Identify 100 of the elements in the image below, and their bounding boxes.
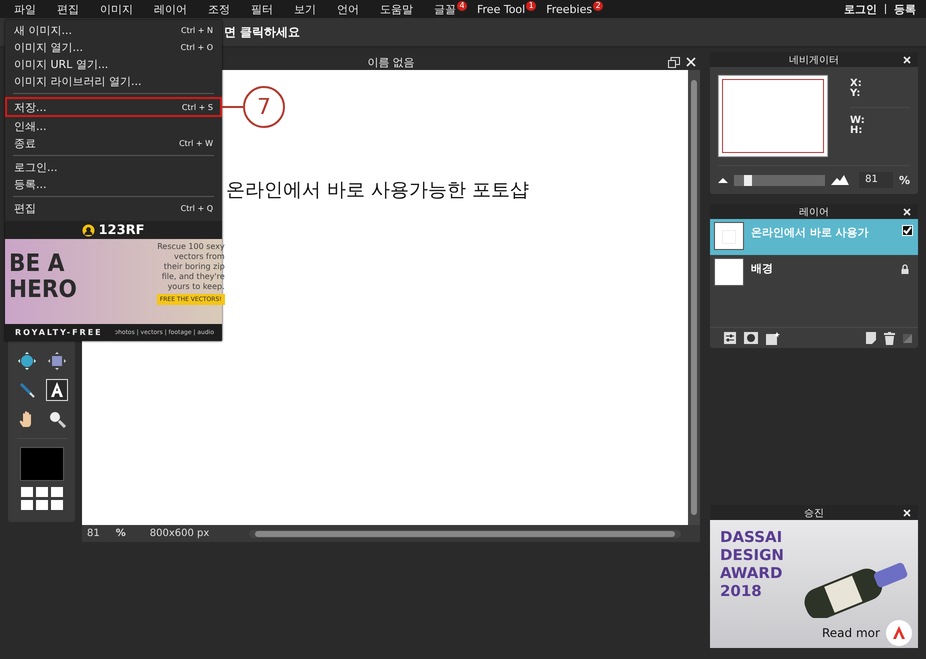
read-more-link[interactable]: Read mor — [822, 626, 880, 640]
menu-entry-label: 종료 — [14, 136, 36, 151]
menu-entry[interactable]: 편집 Ctrl + Q — [5, 200, 222, 217]
horizontal-scrollbar[interactable] — [249, 530, 682, 538]
menu-entry-label: 인쇄... — [14, 119, 46, 134]
menu-entry[interactable]: 저장... Ctrl + S — [5, 97, 222, 117]
vertical-scrollbar[interactable] — [688, 70, 700, 525]
sliders-icon[interactable] — [724, 332, 736, 344]
menu-item[interactable]: 필터 — [251, 2, 273, 16]
hint-text: 면 클릭하세요 — [224, 24, 300, 40]
sphere-icon[interactable] — [18, 352, 36, 370]
menu-item[interactable]: 파일 — [14, 2, 36, 16]
account-link[interactable]: 로그인 — [844, 2, 877, 16]
account-link[interactable]: 등록 — [894, 2, 916, 16]
menu-entry[interactable]: 새 이미지... Ctrl + N — [5, 22, 222, 39]
menu-item[interactable]: 조정 — [208, 2, 230, 16]
mask-icon[interactable] — [744, 332, 758, 344]
close-icon[interactable] — [686, 57, 696, 67]
menu-entry-label: 새 이미지... — [14, 23, 72, 38]
shortcut-text: Ctrl + W — [179, 139, 213, 148]
ad-brand: 123RF — [98, 222, 145, 238]
zoom-unit: % — [898, 174, 910, 186]
ad-text: Rescue 100 sexy vectors from their boring zip file, and they're yours to keep. — [156, 242, 225, 292]
menu-entry[interactable]: 등록... — [5, 176, 222, 193]
mountain-large-icon[interactable] — [831, 175, 850, 185]
count-badge: 2 — [593, 1, 604, 11]
menu-item[interactable]: 글꼴 — [434, 2, 456, 16]
checkbox[interactable] — [902, 225, 913, 236]
menu-entry[interactable]: 이미지 열기... Ctrl + O — [5, 39, 222, 56]
menu-entry[interactable]: 종료 Ctrl + W — [5, 135, 222, 152]
menu-entry[interactable]: 이미지 라이브러리 열기... — [5, 73, 222, 90]
color-swatch[interactable] — [20, 447, 64, 481]
mountain-small-icon[interactable] — [718, 177, 728, 183]
navigator-preview[interactable] — [718, 75, 828, 157]
merge-icon[interactable] — [903, 334, 912, 342]
shortcut-text: Ctrl + Q — [180, 204, 213, 213]
slider-thumb[interactable] — [744, 174, 752, 186]
zoom-slider[interactable] — [734, 174, 826, 186]
menu-entry[interactable]: 로그인... — [5, 159, 222, 176]
zoom-unit: % — [116, 528, 126, 539]
zoom-field[interactable]: 81 — [859, 172, 893, 188]
layer-name: 온라인에서 바로 사용가 — [751, 225, 870, 240]
close-icon[interactable] — [903, 208, 911, 216]
shortcut-text: Ctrl + N — [180, 26, 213, 35]
shortcut-text: Ctrl + S — [182, 102, 213, 112]
menu-entry[interactable]: 인쇄... — [5, 118, 222, 135]
layer-row[interactable]: 배경 — [710, 255, 918, 291]
menu-item[interactable]: 이미지 — [100, 2, 133, 16]
menu-item[interactable]: 보기 — [294, 2, 316, 16]
panel-title: 레이어 — [799, 206, 829, 218]
menu-item[interactable]: 도움말 — [380, 2, 413, 16]
text-tool-icon[interactable] — [46, 380, 66, 400]
menu-entry-label: 이미지 URL 열기... — [14, 57, 108, 72]
advertisement-banner[interactable]: DASSAI DESIGN AWARD 2018 Read mor — [710, 520, 918, 648]
trash-icon[interactable] — [884, 332, 895, 344]
ad-headline: DESIGN — [720, 546, 784, 564]
ad-headline: AWARD — [720, 564, 784, 582]
ad-headline: HERO — [9, 276, 77, 302]
menu-item[interactable]: 레이어 — [154, 2, 187, 16]
menu-item[interactable]: Freebies — [546, 2, 592, 16]
canvas-text: 온라인에서 바로 사용가능한 포토샵 — [226, 178, 530, 203]
menu-entry-label: 이미지 열기... — [14, 40, 83, 55]
dimension-label: H: — [850, 126, 864, 136]
window-title: 이름 없음 — [367, 55, 415, 70]
panel-title: 네비게이터 — [789, 54, 839, 66]
count-badge: 1 — [526, 1, 536, 11]
menu-item[interactable]: 언어 — [337, 2, 359, 16]
layer-thumbnail — [714, 258, 744, 286]
shortcut-text: Ctrl + O — [180, 43, 213, 52]
ad-headline: 2018 — [720, 582, 763, 600]
menu-entry-label: 등록... — [14, 177, 46, 192]
image-size: 800x600 px — [150, 528, 210, 539]
dimension-label: W: — [850, 116, 866, 126]
page-icon[interactable] — [866, 332, 876, 344]
sparkle-image-icon[interactable] — [766, 332, 780, 344]
restore-icon[interactable] — [668, 57, 680, 68]
count-badge: 4 — [457, 1, 467, 11]
menu-entry[interactable]: 이미지 URL 열기... — [5, 56, 222, 73]
ad-headline: BE A — [9, 250, 66, 276]
menu-item[interactable]: Free Tool — [477, 2, 526, 16]
close-icon[interactable] — [903, 509, 911, 517]
close-icon[interactable] — [903, 56, 911, 64]
panel-title: 승진 — [804, 506, 824, 520]
coordinate-label: Y: — [850, 89, 862, 99]
menu-entry-label: 편집 — [14, 201, 36, 216]
menu-item[interactable]: 편집 — [57, 2, 79, 16]
dropper-icon[interactable] — [18, 381, 36, 399]
menu-entry-label: 이미지 라이브러리 열기... — [14, 74, 142, 89]
coordinate-label: X: — [850, 79, 863, 89]
logo-icon[interactable] — [886, 620, 912, 646]
ad-tagline: ROYALTY-FREE — [15, 328, 103, 337]
grid-icon[interactable] — [20, 487, 62, 510]
text-layer-thumbnail — [714, 222, 744, 250]
magnifier-icon[interactable] — [48, 410, 66, 428]
leader-line — [222, 106, 243, 108]
ad-headline: DASSAI — [720, 528, 784, 546]
zoom-value: 81 — [87, 528, 100, 539]
layer-name: 배경 — [751, 261, 774, 276]
menu-entry-label: 로그인... — [14, 160, 58, 175]
menu-entry-label: 저장... — [14, 100, 46, 114]
